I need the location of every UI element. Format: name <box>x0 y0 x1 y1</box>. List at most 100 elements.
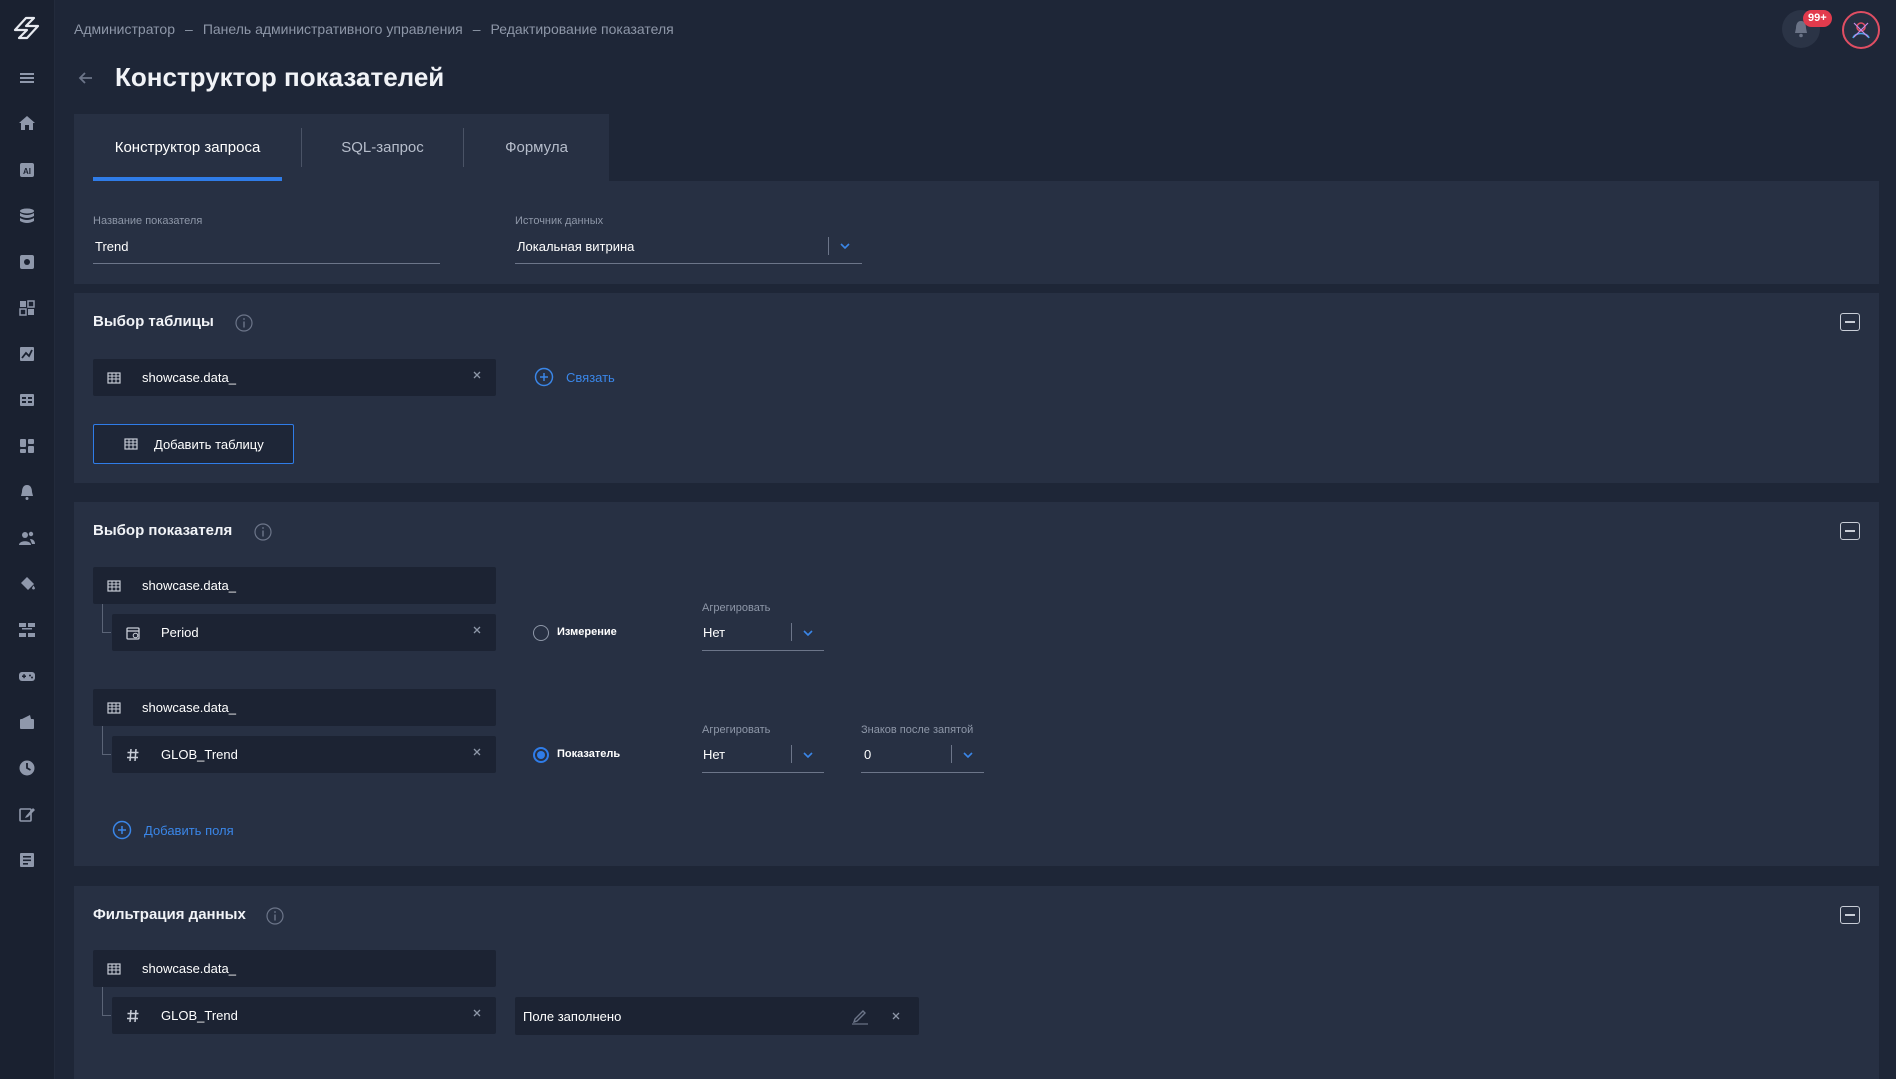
field-chip: GLOB_Trend <box>112 997 496 1034</box>
sidebar: AI <box>0 0 55 1079</box>
name-input[interactable]: Trend <box>95 239 128 254</box>
indicator-form: Название показателя Trend Источник данны… <box>74 181 1879 284</box>
indicator-selection-panel: Выбор показателя showcase.data_ Period И… <box>74 502 1879 866</box>
breadcrumb-item-current: Редактирование показателя <box>490 21 674 37</box>
add-table-label: Добавить таблицу <box>154 436 264 452</box>
source-underline <box>515 263 862 264</box>
plus-circle-icon <box>534 367 554 387</box>
table-chip: showcase.data_ <box>93 689 496 726</box>
paint-icon[interactable] <box>16 573 38 595</box>
indicator-radio[interactable] <box>533 747 549 763</box>
field-chip-name: GLOB_Trend <box>161 747 238 762</box>
aggregate-select[interactable]: Нет <box>703 747 725 762</box>
chevron-down-icon[interactable] <box>801 748 815 762</box>
select-divider <box>791 745 792 763</box>
chevron-down-icon[interactable] <box>838 239 852 253</box>
field-chip: GLOB_Trend <box>112 736 496 773</box>
aggregate-label: Агрегировать <box>702 724 771 736</box>
back-arrow-icon[interactable] <box>76 68 96 88</box>
field-chip-name: Period <box>161 625 199 640</box>
table-chip: showcase.data_ <box>93 359 496 396</box>
decimals-underline <box>861 772 984 773</box>
chart-icon[interactable] <box>16 343 38 365</box>
breadcrumb-separator: – <box>185 21 193 37</box>
collapse-button[interactable] <box>1840 313 1860 331</box>
source-label: Источник данных <box>515 215 604 227</box>
select-divider <box>951 745 952 763</box>
close-icon[interactable] <box>472 625 482 635</box>
breadcrumb-item-admin[interactable]: Администратор <box>74 21 175 37</box>
tree-connector <box>102 726 111 755</box>
clock-icon[interactable] <box>16 757 38 779</box>
aggregate-select[interactable]: Нет <box>703 625 725 640</box>
tree-connector <box>102 604 111 633</box>
close-icon[interactable] <box>472 1008 482 1018</box>
indicator-radio-label: Показатель <box>557 748 621 760</box>
table-icon <box>107 962 121 975</box>
add-table-button[interactable]: Добавить таблицу <box>93 424 294 464</box>
settings-icon[interactable] <box>16 251 38 273</box>
tab-sql-query[interactable]: SQL-запрос <box>302 114 463 181</box>
ai-icon[interactable]: AI <box>16 159 38 181</box>
select-divider <box>828 237 829 255</box>
data-filter-panel: Фильтрация данных showcase.data_ GLOB_Tr… <box>74 886 1879 1079</box>
table-icon <box>124 438 138 450</box>
table-chip: showcase.data_ <box>93 567 496 604</box>
database-icon[interactable] <box>16 205 38 227</box>
hierarchy-icon[interactable] <box>16 619 38 641</box>
report-icon[interactable] <box>16 849 38 871</box>
widgets-icon[interactable] <box>16 435 38 457</box>
app-logo-icon[interactable] <box>12 14 42 42</box>
table-icon <box>107 701 121 714</box>
name-label: Название показателя <box>93 215 203 227</box>
notification-badge: 99+ <box>1803 10 1832 27</box>
table-icon[interactable] <box>16 389 38 411</box>
dashboard-icon[interactable] <box>16 297 38 319</box>
close-icon[interactable] <box>472 747 482 757</box>
page-title: Конструктор показателей <box>115 62 445 92</box>
plus-circle-icon <box>112 820 132 840</box>
hash-icon <box>127 748 139 761</box>
tab-formula[interactable]: Формула <box>464 114 609 181</box>
link-tables-label: Связать <box>566 369 615 385</box>
edit-icon[interactable] <box>16 803 38 825</box>
chevron-down-icon[interactable] <box>801 626 815 640</box>
close-icon[interactable] <box>891 1011 901 1021</box>
menu-icon[interactable] <box>16 67 38 89</box>
wallet-icon[interactable] <box>16 711 38 733</box>
tree-connector <box>102 987 111 1016</box>
dimension-radio[interactable] <box>533 625 549 641</box>
info-icon[interactable] <box>266 907 284 925</box>
link-tables-button[interactable]: Связать <box>534 367 615 387</box>
collapse-button[interactable] <box>1840 906 1860 924</box>
decimals-label: Знаков после запятой <box>861 724 974 736</box>
filter-condition[interactable]: Поле заполнено <box>515 997 919 1035</box>
indicator-section-title: Выбор показателя <box>93 522 233 539</box>
pencil-icon[interactable] <box>850 1007 870 1025</box>
chevron-down-icon[interactable] <box>961 748 975 762</box>
info-icon[interactable] <box>254 523 272 541</box>
alerts-icon[interactable] <box>16 481 38 503</box>
breadcrumb: Администратор – Панель административного… <box>74 21 674 37</box>
collapse-button[interactable] <box>1840 522 1860 540</box>
users-icon[interactable] <box>16 527 38 549</box>
user-avatar[interactable] <box>1842 11 1880 49</box>
svg-text:AI: AI <box>23 167 31 176</box>
breadcrumb-item-admin-panel[interactable]: Панель административного управления <box>203 21 463 37</box>
info-icon[interactable] <box>235 314 253 332</box>
avatar-icon <box>1852 22 1870 39</box>
table-selection-panel: Выбор таблицы showcase.data_ Связать Доб… <box>74 293 1879 483</box>
source-select[interactable]: Локальная витрина <box>517 239 634 254</box>
breadcrumb-separator: – <box>472 21 481 37</box>
home-icon[interactable] <box>16 112 38 134</box>
gamepad-icon[interactable] <box>16 665 38 687</box>
decimals-select[interactable]: 0 <box>864 747 871 762</box>
add-fields-button[interactable]: Добавить поля <box>112 820 234 840</box>
table-chip-name: showcase.data_ <box>142 700 236 715</box>
select-divider <box>791 623 792 641</box>
table-chip: showcase.data_ <box>93 950 496 987</box>
dimension-radio-label: Измерение <box>557 626 617 638</box>
name-underline <box>93 263 440 264</box>
tab-query-builder[interactable]: Конструктор запроса <box>74 114 301 181</box>
close-icon[interactable] <box>472 370 482 380</box>
